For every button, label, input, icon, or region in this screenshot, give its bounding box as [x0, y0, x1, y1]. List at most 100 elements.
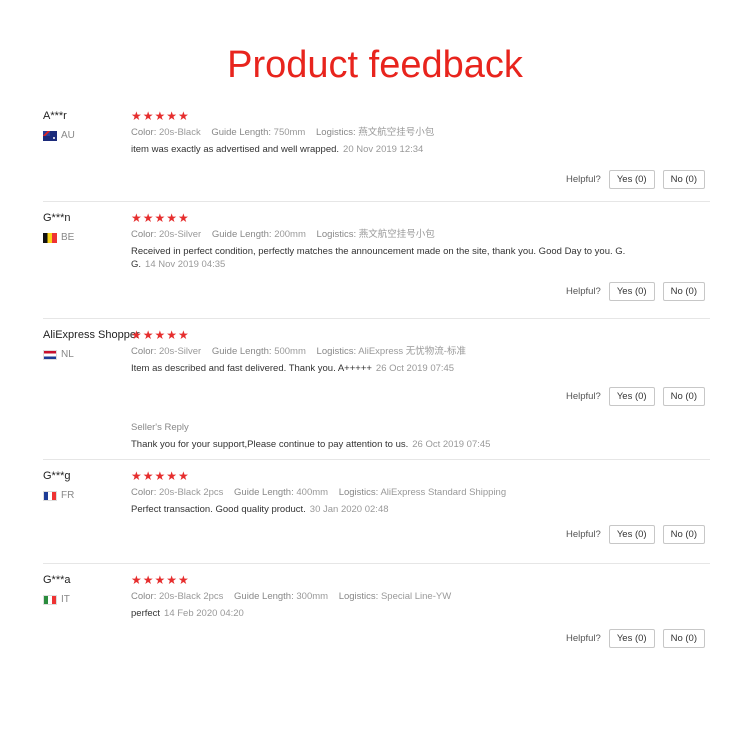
review-text: item was exactly as advertised and well … — [131, 144, 636, 157]
color-value: 20s-Black — [158, 127, 201, 138]
logistics-label: Logistics: — [316, 346, 357, 357]
helpful-no-button[interactable]: No (0) — [662, 170, 705, 189]
reviewer-name: A***r — [43, 110, 67, 122]
helpful-yes-button[interactable]: Yes (0) — [608, 387, 655, 406]
helpful-no-button[interactable]: No (0) — [662, 629, 705, 648]
color-value: 20s-Black 2pcs — [158, 591, 224, 602]
seller-reply-text: Thank you for your support,Please contin… — [131, 439, 710, 451]
review-text: Received in perfect condition, perfectly… — [131, 246, 636, 271]
review-body: perfect — [131, 608, 161, 619]
review-list: A***r AU ★★★★★ Color: 20s-Black Guide Le… — [43, 104, 710, 668]
guide-length-label: Guide Length: — [211, 229, 272, 240]
review-text: Item as described and fast delivered. Th… — [131, 363, 636, 376]
helpful-controls: Helpful? Yes (0) No (0) — [566, 282, 705, 301]
helpful-controls: Helpful? Yes (0) No (0) — [566, 170, 705, 189]
star-rating: ★★★★★ — [131, 109, 190, 123]
helpful-controls: Helpful? Yes (0) No (0) — [566, 629, 705, 648]
reviewer-name: G***g — [43, 470, 71, 482]
guide-length-value: 500mm — [274, 346, 306, 357]
review-item: AliExpress Shopper NL ★★★★★ Color: 20s-S… — [43, 319, 710, 460]
review-item: G***n BE ★★★★★ Color: 20s-Silver Guide L… — [43, 202, 710, 319]
reviewer-country: FR — [43, 490, 131, 501]
reviewer-name: AliExpress Shopper — [43, 329, 140, 341]
helpful-label: Helpful? — [565, 286, 601, 297]
country-code: FR — [61, 490, 75, 501]
logistics-label: Logistics: — [316, 229, 357, 240]
sku-properties: Color: 20s-Silver Guide Length: 200mm Lo… — [131, 228, 710, 242]
seller-reply: Seller's Reply Thank you for your suppor… — [131, 422, 710, 451]
logistics-value: 燕文航空挂号小包 — [358, 127, 435, 138]
flag-nl-icon — [43, 349, 57, 360]
sku-properties: Color: 20s-Black 2pcs Guide Length: 400m… — [131, 486, 710, 500]
color-value: 20s-Black 2pcs — [158, 487, 224, 498]
reviewer-info: G***g FR — [43, 470, 131, 501]
color-label: Color: — [131, 229, 157, 240]
reviewer-country: AU — [43, 130, 131, 141]
helpful-yes-button[interactable]: Yes (0) — [608, 525, 655, 544]
review-date: 30 Jan 2020 02:48 — [309, 504, 389, 515]
color-label: Color: — [131, 591, 157, 602]
guide-length-label: Guide Length: — [234, 591, 294, 602]
logistics-label: Logistics: — [338, 591, 379, 602]
reviewer-info: AliExpress Shopper NL — [43, 329, 140, 360]
flag-fr-icon — [43, 490, 57, 501]
review-body: Item as described and fast delivered. Th… — [131, 363, 372, 374]
reviewer-country: NL — [43, 349, 131, 360]
country-code: AU — [61, 130, 75, 141]
review-date: 26 Oct 2019 07:45 — [375, 363, 455, 374]
sku-properties: Color: 20s-Silver Guide Length: 500mm Lo… — [131, 345, 710, 359]
guide-length-label: Guide Length: — [234, 487, 294, 498]
guide-length-value: 750mm — [273, 127, 306, 138]
review-date: 14 Feb 2020 04:20 — [164, 608, 244, 619]
flag-be-icon — [43, 232, 57, 243]
reviewer-country: BE — [43, 232, 131, 243]
helpful-yes-button[interactable]: Yes (0) — [608, 170, 655, 189]
review-body: Perfect transaction. Good quality produc… — [131, 504, 306, 515]
review-body: item was exactly as advertised and well … — [131, 144, 340, 155]
logistics-label: Logistics: — [338, 487, 379, 498]
color-label: Color: — [131, 346, 157, 357]
guide-length-value: 300mm — [296, 591, 329, 602]
review-date: 20 Nov 2019 12:34 — [343, 144, 424, 155]
country-code: NL — [61, 349, 74, 360]
helpful-label: Helpful? — [565, 633, 601, 644]
helpful-label: Helpful? — [565, 529, 601, 540]
helpful-no-button[interactable]: No (0) — [662, 387, 705, 406]
logistics-value: AliExpress 无忧物流-标准 — [358, 346, 466, 357]
star-rating: ★★★★★ — [131, 469, 190, 483]
reviewer-name: G***a — [43, 574, 71, 586]
review-content: ★★★★★ Color: 20s-Silver Guide Length: 20… — [131, 211, 710, 271]
helpful-no-button[interactable]: No (0) — [662, 282, 705, 301]
helpful-controls: Helpful? Yes (0) No (0) — [566, 525, 705, 544]
color-value: 20s-Silver — [158, 229, 202, 240]
logistics-label: Logistics: — [316, 127, 356, 138]
page-title: Product feedback — [227, 44, 523, 86]
helpful-controls: Helpful? Yes (0) No (0) — [566, 387, 705, 406]
reviewer-name: G***n — [43, 212, 71, 224]
color-value: 20s-Silver — [158, 346, 202, 357]
helpful-yes-button[interactable]: Yes (0) — [608, 282, 655, 301]
flag-au-icon — [43, 130, 57, 141]
helpful-no-button[interactable]: No (0) — [662, 525, 705, 544]
reviewer-info: G***n BE — [43, 212, 131, 243]
helpful-label: Helpful? — [565, 391, 601, 402]
seller-reply-body: Thank you for your support,Please contin… — [131, 438, 409, 450]
review-item: G***a IT ★★★★★ Color: 20s-Black 2pcs Gui… — [43, 564, 710, 668]
helpful-yes-button[interactable]: Yes (0) — [608, 629, 655, 648]
review-item: G***g FR ★★★★★ Color: 20s-Black 2pcs Gui… — [43, 460, 710, 564]
star-rating: ★★★★★ — [131, 328, 190, 342]
logistics-value: AliExpress Standard Shipping — [380, 487, 507, 498]
logistics-value: Special Line-YW — [380, 591, 452, 602]
review-content: ★★★★★ Color: 20s-Black Guide Length: 750… — [131, 109, 710, 157]
guide-length-value: 400mm — [296, 487, 329, 498]
review-date: 14 Nov 2019 04:35 — [145, 258, 226, 270]
guide-length-label: Guide Length: — [211, 127, 272, 138]
sku-properties: Color: 20s-Black Guide Length: 750mm Log… — [131, 126, 710, 140]
star-rating: ★★★★★ — [131, 211, 190, 225]
guide-length-value: 200mm — [274, 229, 306, 240]
logistics-value: 燕文航空挂号小包 — [358, 229, 435, 240]
reviewer-info: G***a IT — [43, 574, 131, 605]
color-label: Color: — [131, 127, 157, 138]
seller-reply-title: Seller's Reply — [131, 421, 189, 433]
review-content: ★★★★★ Color: 20s-Black 2pcs Guide Length… — [131, 573, 710, 621]
